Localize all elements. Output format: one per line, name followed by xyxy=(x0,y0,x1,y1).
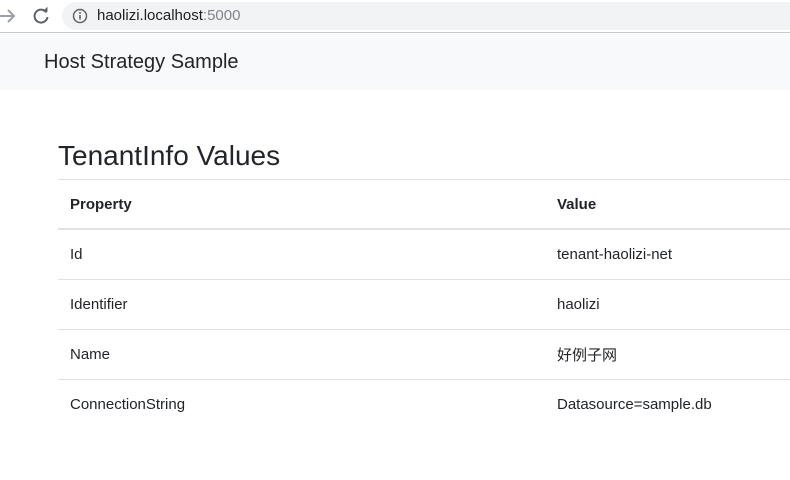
forward-arrow-icon[interactable] xyxy=(0,6,18,26)
url-text[interactable]: haolizi.localhost:5000 xyxy=(97,7,240,25)
site-navbar: Host Strategy Sample xyxy=(0,34,790,90)
info-icon[interactable] xyxy=(72,8,88,24)
table-row: Id tenant-haolizi-net xyxy=(58,229,790,280)
property-cell: Id xyxy=(70,246,83,263)
column-header-property: Property xyxy=(58,179,545,230)
url-host: haolizi.localhost xyxy=(97,7,203,24)
property-cell: ConnectionString xyxy=(58,379,545,429)
value-cell: 好例子网 xyxy=(545,329,790,380)
reload-icon[interactable] xyxy=(31,6,51,26)
table-row: Identifier haolizi xyxy=(58,279,790,330)
browser-toolbar: haolizi.localhost:5000 xyxy=(0,0,790,33)
table-row: ConnectionString Datasource=sample.db xyxy=(58,379,790,429)
page-title: TenantInfo Values xyxy=(58,140,281,171)
column-header-value: Value xyxy=(545,179,790,230)
address-bar[interactable]: haolizi.localhost:5000 xyxy=(62,2,790,30)
tenant-info-table: Property Value Id tenant-haolizi-net Ide… xyxy=(58,179,790,429)
property-cell: Identifier xyxy=(58,279,545,330)
value-cell: tenant-haolizi-net xyxy=(557,246,673,263)
url-port: :5000 xyxy=(202,7,241,24)
value-cell: haolizi xyxy=(545,279,790,330)
property-cell: Name xyxy=(58,329,545,380)
value-cell: Datasource=sample.db xyxy=(545,379,790,429)
table-row: Name 好例子网 xyxy=(58,329,790,380)
brand-link[interactable]: Host Strategy Sample xyxy=(44,50,239,74)
table-header-row: Property Value xyxy=(58,179,790,230)
